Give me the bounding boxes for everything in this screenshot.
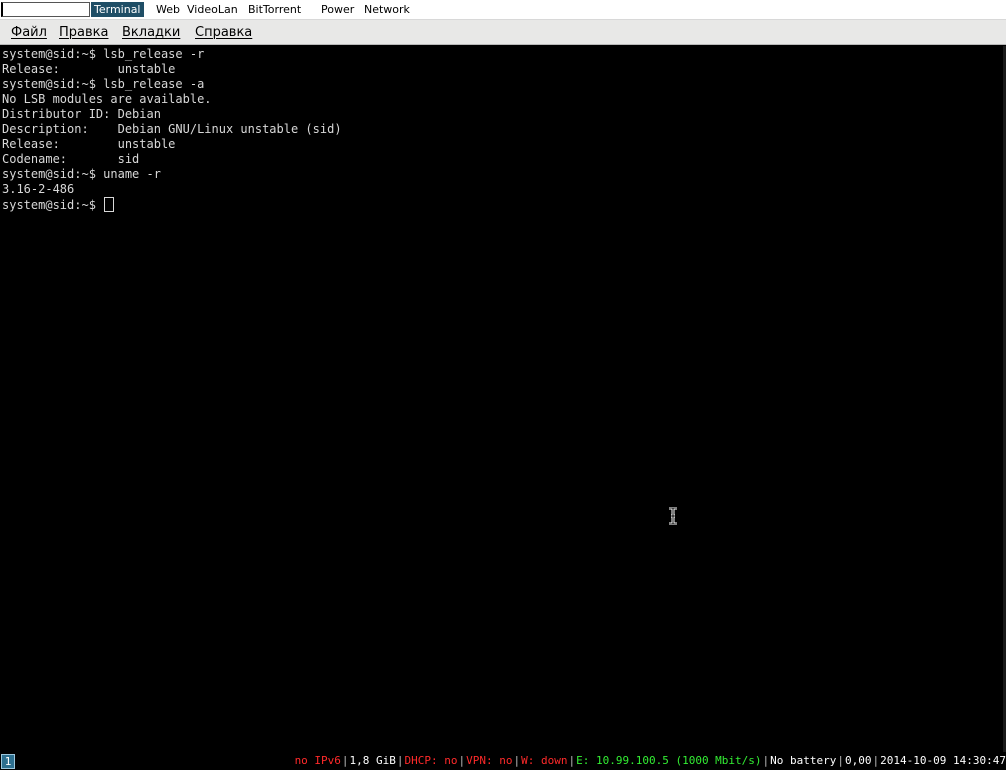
terminal-line: Release: unstable [2, 137, 176, 151]
workspace-tab-power[interactable]: Power [318, 2, 357, 17]
status-bar: 1 no IPv6|1,8 GiB|DHCP: no|VPN: no|W: do… [0, 752, 1006, 770]
workspace-tab-videolan[interactable]: VideoLan [184, 2, 241, 17]
terminal-line: 3.16-2-486 [2, 182, 75, 196]
status-item: VPN: no [466, 754, 513, 767]
terminal-lines: system@sid:~$ lsb_release -r Release: un… [2, 47, 342, 212]
workspace-tab-terminal[interactable]: Terminal [91, 2, 144, 17]
terminal-line: Release: unstable [2, 62, 176, 76]
workspace-number-button[interactable]: 1 [1, 754, 15, 769]
status-separator: | [458, 754, 466, 767]
status-item: DHCP: no [404, 754, 458, 767]
menu-edit[interactable]: Правка [57, 24, 110, 41]
command-input[interactable] [1, 2, 90, 17]
ibeam-cursor-icon [669, 507, 677, 525]
terminal-prompt: system@sid:~$ [2, 198, 104, 212]
terminal-line: system@sid:~$ lsb_release -a [2, 77, 205, 91]
text-cursor [104, 197, 115, 212]
workspace-tab-network[interactable]: Network [361, 2, 413, 17]
menu-tabs[interactable]: Вкладки [120, 24, 182, 41]
workspace-tab-web[interactable]: Web [153, 2, 183, 17]
menu-file[interactable]: Файл [9, 24, 49, 41]
terminal-line: No LSB modules are available. [2, 92, 212, 106]
status-item: E: 10.99.100.5 (1000 Mbit/s) [576, 754, 762, 767]
terminal-line: system@sid:~$ uname -r [2, 167, 161, 181]
status-item: 0,00 [845, 754, 872, 767]
status-items: no IPv6|1,8 GiB|DHCP: no|VPN: no|W: down… [295, 752, 1006, 770]
status-item: No battery [770, 754, 837, 767]
terminal-line: Distributor ID: Debian [2, 107, 161, 121]
terminal-line: system@sid:~$ lsb_release -r [2, 47, 205, 61]
status-separator: | [837, 754, 845, 767]
workspace-tab-bittorrent[interactable]: BitTorrent [245, 2, 304, 17]
status-separator: | [396, 754, 404, 767]
menu-bar: Файл Правка Вкладки Справка [0, 20, 1006, 45]
terminal-line: Description: Debian GNU/Linux unstable (… [2, 122, 342, 136]
status-separator: | [568, 754, 576, 767]
terminal-output[interactable]: system@sid:~$ lsb_release -r Release: un… [0, 46, 1003, 752]
terminal-prompt-line[interactable]: system@sid:~$ [2, 197, 342, 212]
terminal-line: Codename: sid [2, 152, 140, 166]
status-separator: | [872, 754, 880, 767]
status-separator: | [513, 754, 521, 767]
status-item: 1,8 GiB [349, 754, 396, 767]
status-item: W: down [521, 754, 568, 767]
menu-help[interactable]: Справка [193, 24, 254, 41]
workspace-bar: Terminal Web VideoLan BitTorrent Power N… [0, 0, 1006, 20]
status-separator: | [762, 754, 770, 767]
status-item: 2014-10-09 14:30:47 [880, 754, 1006, 767]
status-separator: | [341, 754, 349, 767]
status-item: no IPv6 [294, 754, 341, 767]
